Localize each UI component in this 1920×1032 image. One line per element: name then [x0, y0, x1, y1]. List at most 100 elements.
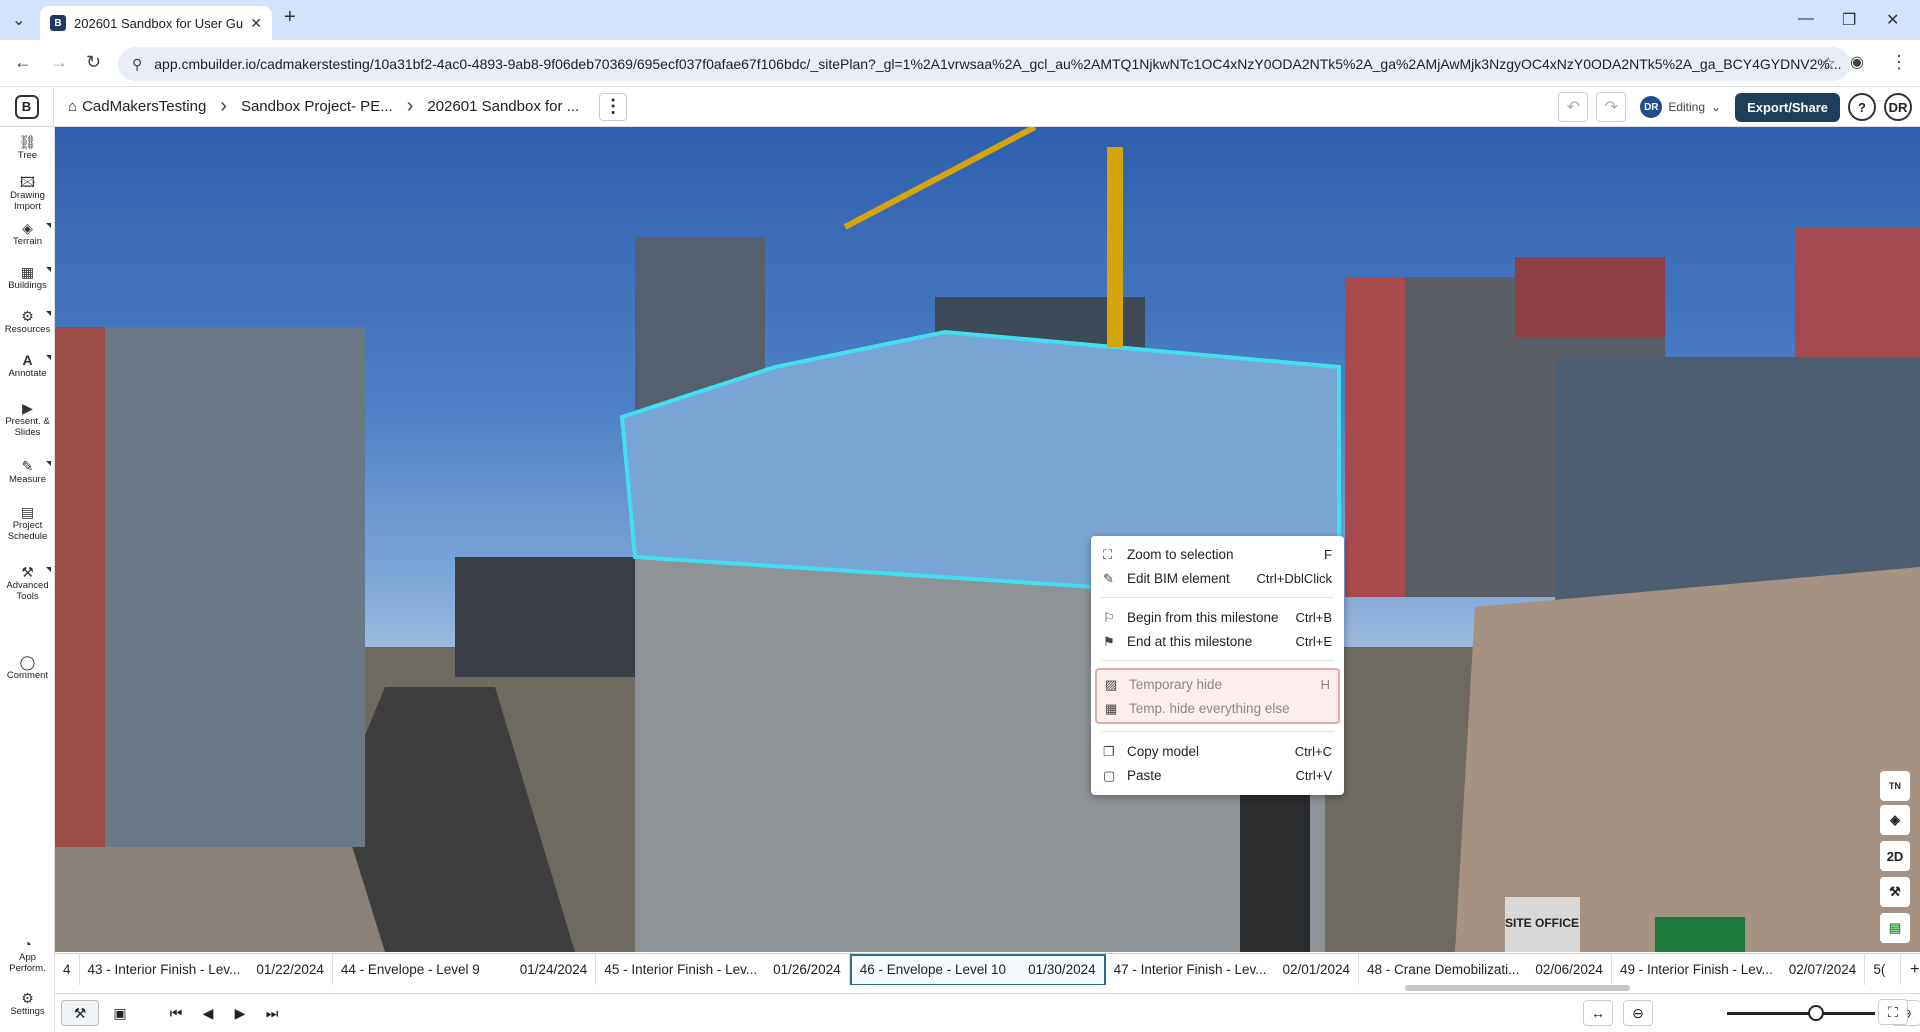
breadcrumb-project[interactable]: Sandbox Project- PE... — [227, 98, 407, 115]
isolate-icon: ▦ — [1105, 701, 1118, 716]
milestone-date: 01/26/2024 — [773, 962, 841, 977]
sidebar-item-tree[interactable]: ⛓ Tree — [0, 134, 55, 161]
bookmark-star-icon[interactable]: ☆ — [1821, 54, 1836, 74]
milestone-item[interactable]: 5( — [1865, 954, 1902, 985]
milestone-item[interactable]: 4 — [55, 954, 80, 985]
performance-icon: ◔ — [23, 936, 32, 952]
sidebar-item-buildings[interactable]: ▦ Buildings — [0, 265, 55, 291]
layers-toggle-icon[interactable]: ◈ — [1880, 805, 1910, 835]
milestone-item[interactable]: 48 - Crane Demobilizati... 02/06/2024 — [1359, 954, 1612, 985]
copy-icon: ❐ — [1103, 744, 1115, 759]
close-tab-icon[interactable]: ✕ — [250, 15, 262, 32]
tree-icon: ⛓ — [18, 134, 37, 150]
close-window-icon[interactable]: ✕ — [1886, 10, 1899, 30]
crane-icon[interactable]: ⚒ — [1880, 877, 1910, 907]
pencil-icon: ✎ — [1103, 571, 1114, 586]
browser-menu-icon[interactable]: ⋮ — [1890, 52, 1908, 73]
chevron-right-icon: › — [406, 95, 414, 117]
milestone-label: 44 - Envelope - Level 9 — [340, 962, 480, 977]
menu-item-paste[interactable]: ▢ Paste Ctrl+V — [1095, 763, 1340, 787]
menu-item-end-milestone[interactable]: ⚑ End at this milestone Ctrl+E — [1095, 629, 1340, 653]
milestone-item[interactable]: 43 - Interior Finish - Lev... 01/22/2024 — [80, 954, 333, 985]
shortcut: Ctrl+E — [1295, 633, 1332, 649]
menu-label: Copy model — [1127, 743, 1200, 759]
breadcrumb-siteplan[interactable]: 202601 Sandbox for ... — [413, 98, 593, 115]
menu-item-zoom-to-selection[interactable]: ⛶ Zoom to selection F — [1095, 542, 1340, 566]
menu-item-hide-everything-else[interactable]: ▦ Temp. hide everything else — [1097, 696, 1338, 720]
sidebar-item-annotate[interactable]: A Annotate — [0, 353, 55, 379]
reload-icon[interactable]: ↻ — [86, 52, 101, 73]
menu-label: Begin from this milestone — [1127, 609, 1279, 625]
zoom-slider-handle[interactable] — [1807, 1005, 1824, 1021]
milestone-item[interactable]: 45 - Interior Finish - Lev... 01/26/2024 — [596, 954, 850, 985]
undo-button[interactable]: ↶ — [1558, 92, 1589, 122]
expand-indicator — [46, 461, 51, 466]
menu-item-edit-bim[interactable]: ✎ Edit BIM element Ctrl+DblClick — [1095, 566, 1340, 590]
flag-icon: ⚐ — [1103, 610, 1115, 625]
menu-label: Temp. hide everything else — [1129, 700, 1290, 716]
slideshow-icon[interactable]: ▣ — [105, 1000, 135, 1026]
more-options-button[interactable]: ⋮ — [599, 92, 628, 121]
milestone-item[interactable]: 49 - Interior Finish - Lev... 02/07/2024 — [1612, 954, 1866, 985]
gear-icon: ⚙ — [21, 990, 34, 1006]
crane-view-button[interactable]: ⚒ — [61, 1000, 99, 1026]
sidebar-item-resources[interactable]: ⚙ Resources — [0, 309, 55, 335]
profile-button[interactable]: DR — [1884, 93, 1912, 121]
breadcrumb-org[interactable]: ⌂ CadMakersTesting — [54, 98, 220, 115]
milestone-item[interactable]: 47 - Interior Finish - Lev... 02/01/2024 — [1106, 954, 1360, 985]
profile-icon[interactable]: ◉ — [1850, 52, 1864, 72]
sidebar-item-project-schedule[interactable]: ▤ Project Schedule — [0, 505, 55, 542]
milestone-date: 01/30/2024 — [1028, 962, 1096, 977]
sidebar-item-settings[interactable]: ⚙ Settings — [0, 990, 55, 1017]
add-milestone-button[interactable]: + — [1901, 954, 1920, 985]
restore-icon[interactable]: ❐ — [1842, 10, 1856, 30]
sidebar-item-comment[interactable]: ◯ Comment — [0, 655, 55, 681]
sidebar-item-presentation[interactable]: ▶ Present. & Slides — [0, 401, 55, 438]
true-north-button[interactable]: TN — [1880, 771, 1910, 801]
minimize-icon[interactable]: — — [1798, 10, 1814, 28]
fit-timeline-icon[interactable]: ↔ — [1583, 1000, 1613, 1026]
url-field[interactable]: ⚲ app.cmbuilder.io/cadmakerstesting/10a3… — [118, 47, 1850, 81]
menu-item-begin-milestone[interactable]: ⚐ Begin from this milestone Ctrl+B — [1095, 605, 1340, 629]
zoom-out-icon[interactable]: ⊖ — [1623, 1000, 1653, 1026]
play-icon[interactable]: ▶ — [227, 1000, 253, 1026]
view-2d-button[interactable]: 2D — [1880, 841, 1910, 871]
milestone-item-active[interactable]: 46 - Envelope - Level 10 01/30/2024 — [849, 954, 1106, 985]
sidebar-item-drawing-import[interactable]: 🖾 Drawing Import — [0, 175, 55, 212]
sidebar-item-measure[interactable]: ✎ Measure — [0, 459, 55, 485]
timeline-zoom-slider[interactable] — [1727, 1012, 1875, 1015]
step-back-icon[interactable]: ◀ — [195, 1000, 221, 1026]
milestone-date: 02/07/2024 — [1788, 962, 1857, 977]
legend-icon[interactable]: ▤ — [1880, 913, 1910, 943]
redo-button[interactable]: ↷ — [1596, 92, 1627, 122]
forward-icon[interactable]: → — [50, 52, 68, 73]
sidebar-item-advanced-tools[interactable]: ⚒ Advanced Tools — [0, 565, 55, 602]
new-tab-icon[interactable]: + — [284, 6, 296, 29]
export-share-button[interactable]: Export/Share — [1735, 92, 1840, 122]
expand-indicator — [46, 311, 51, 316]
shortcut: Ctrl+C — [1294, 743, 1332, 759]
browser-tab[interactable]: B 202601 Sandbox for User Guide ✕ — [40, 6, 272, 40]
app-logo[interactable]: B — [0, 86, 54, 127]
back-icon[interactable]: ← — [14, 52, 32, 73]
help-button[interactable]: ? — [1848, 93, 1876, 121]
milestone-label: 4 — [63, 962, 71, 977]
sidebar-item-terrain[interactable]: ◈ Terrain — [0, 221, 55, 247]
chevron-down-icon: ⌄ — [1711, 100, 1722, 114]
mode-dropdown[interactable]: DR Editing ⌄ — [1634, 96, 1727, 118]
fullscreen-icon[interactable]: ⛶ — [1878, 999, 1908, 1025]
skip-to-end-icon[interactable]: ⏭ — [259, 1000, 285, 1026]
left-sidebar: ⛓ Tree 🖾 Drawing Import ◈ Terrain ▦ Building… — [0, 127, 55, 1032]
user-avatar: DR — [1640, 96, 1663, 118]
sidebar-item-app-performance[interactable]: ◔ App Perform. — [0, 936, 55, 974]
tab-list-icon[interactable]: ⌄ — [12, 10, 25, 30]
timeline-scrollbar[interactable] — [1405, 985, 1630, 991]
menu-item-copy-model[interactable]: ❐ Copy model Ctrl+C — [1095, 739, 1340, 763]
skip-to-start-icon[interactable]: ⏮ — [163, 1000, 189, 1026]
sidebar-label: Drawing Import — [10, 190, 45, 212]
milestone-item[interactable]: 44 - Envelope - Level 9 01/24/2024 — [333, 954, 597, 985]
site-info-icon[interactable]: ⚲ — [132, 56, 142, 73]
sidebar-label: Measure — [9, 474, 46, 485]
menu-item-temporary-hide[interactable]: ▨ Temporary hide H — [1097, 672, 1338, 696]
3d-viewport[interactable]: SITE OFFICE ⛶ Zoom to selection F ✎ Edit… — [55, 127, 1920, 952]
